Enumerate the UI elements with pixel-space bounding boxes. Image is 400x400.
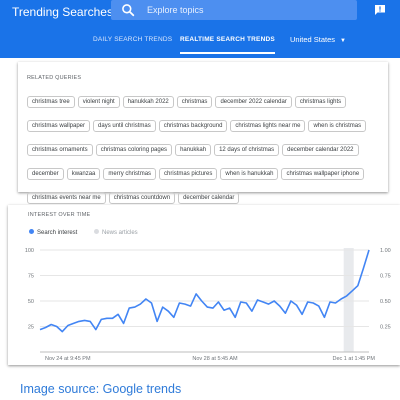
related-query-chip[interactable]: christmas events near me <box>27 192 106 204</box>
y-axis-tick-right: 0.75 <box>380 274 391 280</box>
related-query-chip[interactable]: december 2022 calendar <box>215 96 292 108</box>
interest-over-time-card: INTEREST OVER TIME Search interest News … <box>8 205 400 365</box>
tab-realtime-search-trends[interactable]: REALTIME SEARCH TRENDS <box>180 34 275 54</box>
related-query-chip[interactable]: december calendar <box>178 192 240 204</box>
country-label: United States <box>290 35 336 44</box>
related-query-chip[interactable]: days until christmas <box>93 120 156 132</box>
related-queries-heading: RELATED QUERIES <box>27 75 82 81</box>
y-axis-tick-left: 100 <box>25 248 34 254</box>
search-input[interactable] <box>147 2 347 18</box>
related-queries-card: RELATED QUERIES christmas tree violent ni… <box>18 62 388 204</box>
y-axis-tick-left: 50 <box>28 299 34 305</box>
app-title[interactable]: Trending Searches <box>12 3 113 21</box>
dropdown-caret-icon: ▼ <box>340 38 346 44</box>
related-query-chip[interactable]: violent night <box>77 96 120 108</box>
y-axis-tick-right: 0.25 <box>380 325 391 331</box>
related-queries-list: christmas tree violent night hanukkah 2022… <box>27 90 383 210</box>
related-query-chip[interactable]: christmas lights near me <box>230 120 306 132</box>
related-query-chip[interactable]: christmas background <box>158 120 228 132</box>
related-query-chip[interactable]: christmas pictures <box>159 168 218 180</box>
news-highlight-band <box>343 248 354 352</box>
related-query-chip[interactable]: hanukkah <box>175 144 212 156</box>
x-axis-tick-label: Nov 24 at 9:45 PM <box>45 356 91 362</box>
related-query-chip[interactable]: christmas wallpaper iphone <box>281 168 365 180</box>
feedback-icon[interactable] <box>374 4 386 16</box>
image-source-caption: Image source: Google trends <box>20 382 182 396</box>
related-query-chip[interactable]: 12 days of christmas <box>214 144 280 156</box>
related-query-chip[interactable]: december <box>27 168 64 180</box>
search-icon[interactable] <box>121 3 135 17</box>
related-query-chip[interactable]: christmas tree <box>27 96 75 108</box>
tab-daily-search-trends[interactable]: DAILY SEARCH TRENDS <box>93 34 172 54</box>
related-query-chip[interactable]: merry christmas <box>103 168 157 180</box>
country-select[interactable]: United States ▼ <box>290 34 346 46</box>
related-query-chip[interactable]: kwanzaa <box>66 168 101 180</box>
related-query-chip[interactable]: christmas ornaments <box>27 144 93 156</box>
y-axis-tick-left: 25 <box>28 325 34 331</box>
related-query-chip[interactable]: december calendar 2022 <box>282 144 359 156</box>
related-query-chip[interactable]: christmas coloring pages <box>95 144 173 156</box>
related-query-chip[interactable]: when is christmas <box>308 120 367 132</box>
x-axis-tick-label: Nov 28 at 5:45 AM <box>192 356 238 362</box>
y-axis-tick-right: 1.00 <box>380 248 391 254</box>
y-axis-tick-left: 75 <box>28 274 34 280</box>
y-axis-tick-right: 0.50 <box>380 299 391 305</box>
related-query-chip[interactable]: christmas <box>176 96 213 108</box>
related-query-chip[interactable]: christmas countdown <box>108 192 176 204</box>
interest-chart: 25 0.25 50 0.50 75 0.75 100 1.00 Nov 24 at 9:45 … <box>25 248 391 362</box>
x-axis-tick-label: Dec 1 at 1:45 PM <box>333 356 376 362</box>
related-query-chip[interactable]: when is hanukkah <box>220 168 279 180</box>
search-interest-line <box>39 249 370 333</box>
related-query-chip[interactable]: christmas wallpaper <box>27 120 91 132</box>
related-query-chip[interactable]: christmas lights <box>294 96 347 108</box>
related-query-chip[interactable]: hanukkah 2022 <box>122 96 174 108</box>
top-bar: Trending Searches DAILY SEARCH TRENDS RE… <box>0 0 400 58</box>
search-box[interactable] <box>111 0 357 20</box>
